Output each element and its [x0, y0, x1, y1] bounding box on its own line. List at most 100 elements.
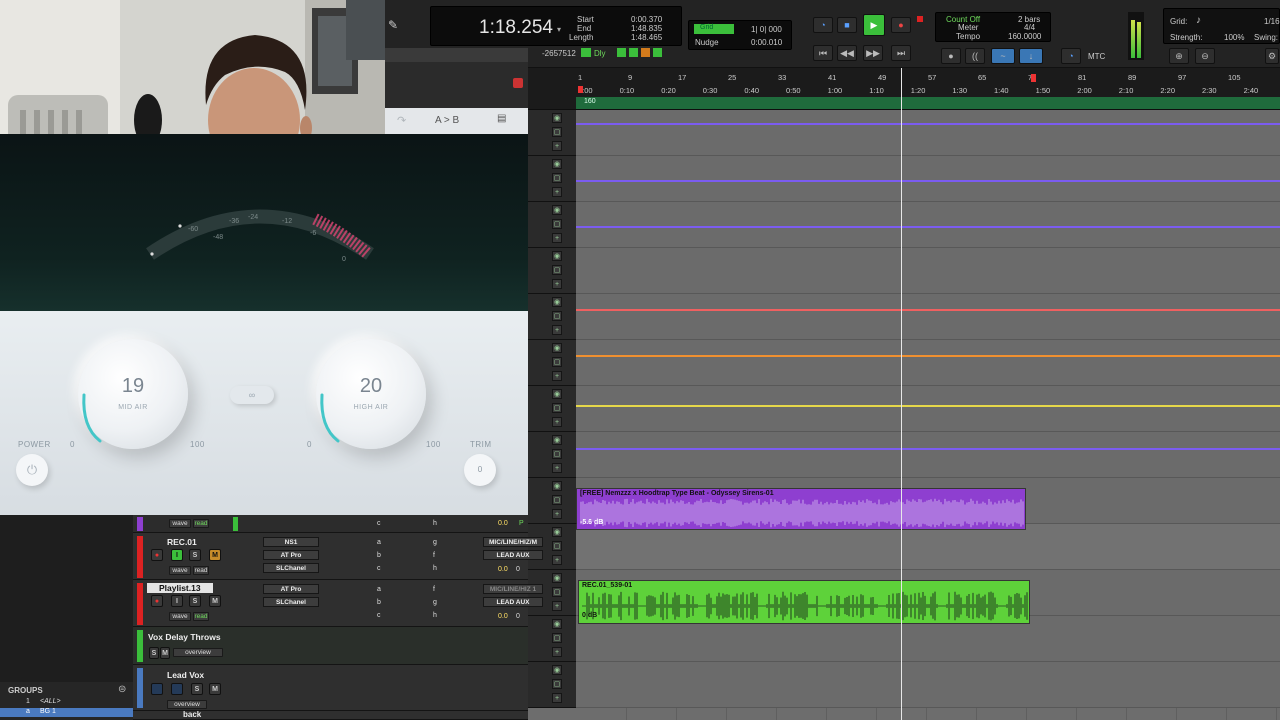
lane-control-icon[interactable]: ▢	[552, 449, 562, 459]
lane-control-icon[interactable]: +	[552, 187, 562, 197]
group-item[interactable]: 1 <ALL>	[0, 698, 133, 707]
track-name[interactable]: Lead Vox	[167, 670, 204, 680]
send-slot[interactable]: f	[433, 552, 435, 559]
send-h[interactable]: h	[433, 520, 437, 527]
lane-control-icon[interactable]: ▢	[552, 679, 562, 689]
lane-control-icon[interactable]: +	[552, 417, 562, 427]
sync-status-icon[interactable]: ◔	[1061, 48, 1081, 64]
track-lane[interactable]	[576, 202, 1280, 248]
record-arm-button[interactable]: ●	[151, 549, 163, 561]
insert-slot[interactable]: AT Pro	[263, 584, 319, 594]
send-slot[interactable]: g	[433, 599, 437, 606]
input-selector[interactable]: MIC/LINE/HIZ/M	[483, 537, 543, 547]
lane-control-icon[interactable]: ▢	[552, 357, 562, 367]
input-monitor-button[interactable]: I	[171, 595, 183, 607]
mute-button[interactable]: M	[209, 595, 221, 607]
track-view-selector[interactable]: overview	[173, 648, 223, 657]
zoom-in-icon[interactable]: ⊕	[1169, 48, 1189, 64]
lane-control-icon[interactable]: ▢	[552, 587, 562, 597]
metronome-icon[interactable]: ●	[941, 48, 961, 64]
lane-control-icon[interactable]: ◉	[552, 389, 562, 399]
tempo-marker[interactable]: 160	[584, 98, 596, 105]
lane-control-icon[interactable]: +	[552, 693, 562, 703]
track-name[interactable]: REC.01	[167, 537, 197, 547]
lane-control-icon[interactable]: +	[552, 325, 562, 335]
track-lane[interactable]	[576, 110, 1280, 156]
lane-control-icon[interactable]: ▢	[552, 403, 562, 413]
track-lane[interactable]	[576, 386, 1280, 432]
track-volume[interactable]: 0.0	[498, 566, 508, 573]
lane-control-icon[interactable]: ▢	[552, 311, 562, 321]
end-marker-icon[interactable]	[1031, 74, 1036, 82]
mute-button[interactable]: M	[209, 683, 221, 695]
beat-clip-gain[interactable]: -5.6 dB	[580, 519, 603, 526]
send-slot[interactable]: b	[377, 599, 381, 606]
conductor-icon[interactable]: ~	[991, 48, 1015, 64]
pencil-tool-icon[interactable]: ✎	[388, 18, 398, 32]
lane-control-icon[interactable]: ▢	[552, 541, 562, 551]
solo-button[interactable]: S	[149, 647, 159, 659]
track-view-selector[interactable]: wave	[169, 519, 191, 528]
output-selector[interactable]: LEAD AUX	[483, 597, 543, 607]
playhead-cursor[interactable]	[901, 68, 902, 720]
online-icon[interactable]	[641, 48, 650, 57]
lane-control-icon[interactable]: ◉	[552, 481, 562, 491]
track-volume[interactable]: 0.0	[498, 520, 508, 527]
insert-slot[interactable]: SLChanel	[263, 563, 319, 573]
tempo-ruler[interactable]: 160	[576, 97, 1280, 109]
tempo-value[interactable]: 160.0000	[1008, 32, 1041, 41]
automation-mode[interactable]: read	[193, 566, 209, 575]
track-view-selector[interactable]: overview	[167, 700, 207, 709]
input-monitor-button[interactable]: I	[171, 549, 183, 561]
settings-gear-icon[interactable]: ⚙	[1265, 48, 1279, 64]
record-arm-icon[interactable]	[917, 16, 923, 22]
rewind-start-button[interactable]: ⏮	[813, 45, 833, 61]
solo-button[interactable]: S	[189, 595, 201, 607]
loop-icon[interactable]	[653, 48, 662, 57]
lane-control-icon[interactable]: ▢	[552, 265, 562, 275]
record-arm-button[interactable]: ●	[151, 595, 163, 607]
track-name[interactable]: Vox Delay Throws	[148, 632, 221, 642]
send-slot[interactable]: a	[377, 539, 381, 546]
track-rec01[interactable]: REC.01 ● I S M wave read NS1 AT Pro SLCh…	[133, 533, 543, 580]
tempo-ruler-icon[interactable]: ↓	[1019, 48, 1043, 64]
rewind-button[interactable]: ◀◀	[837, 45, 857, 61]
insert-slot[interactable]: NS1	[263, 537, 319, 547]
length-value[interactable]: 1:48.465	[631, 33, 662, 42]
vocal-audio-clip[interactable]: REC.01_539-01 0 dB	[578, 580, 1030, 624]
lane-control-icon[interactable]: +	[552, 141, 562, 151]
insert-slot[interactable]: AT Pro	[263, 550, 319, 560]
rec01-track-lane[interactable]	[576, 524, 1280, 570]
send-slot[interactable]: c	[377, 612, 381, 619]
track-name[interactable]: Playlist.13	[147, 583, 213, 593]
timeline-ruler[interactable]: 191725334149576573818997105 0:000:100:20…	[528, 68, 1280, 110]
lane-control-icon[interactable]: ◉	[552, 205, 562, 215]
lane-control-icon[interactable]: ◉	[552, 113, 562, 123]
go-to-end-button[interactable]: ⏭	[891, 45, 911, 61]
track-pan[interactable]: 0	[516, 613, 520, 620]
beat-audio-clip[interactable]: [FREE] Nemzzz x Hoodtrap Type Beat - Ody…	[576, 488, 1026, 530]
send-slot[interactable]: f	[433, 586, 435, 593]
automation-mode[interactable]: read	[193, 519, 209, 528]
grid2-value[interactable]: 1/16	[1264, 17, 1280, 26]
lane-control-icon[interactable]: ▢	[552, 495, 562, 505]
dly-label[interactable]: Dly	[594, 49, 606, 58]
input-selector[interactable]: MIC/LINE/HIZ 1	[483, 584, 543, 594]
solo-button[interactable]: S	[191, 683, 203, 695]
main-counter[interactable]: 1:18.254	[479, 17, 553, 39]
vocal-clip-gain[interactable]: 0 dB	[582, 612, 597, 619]
solo-button[interactable]: S	[189, 549, 201, 561]
track-view-selector[interactable]: wave	[169, 612, 191, 621]
record-button[interactable]: ●	[891, 17, 911, 33]
lane-control-icon[interactable]: +	[552, 555, 562, 565]
output-selector[interactable]: LEAD AUX	[483, 550, 543, 560]
send-slot[interactable]: c	[377, 565, 381, 572]
input-monitor-button[interactable]	[171, 683, 183, 695]
automation-mode[interactable]: read	[193, 612, 209, 621]
lane-control-icon[interactable]: ◉	[552, 297, 562, 307]
lane-control-icon[interactable]: ◉	[552, 619, 562, 629]
track-name[interactable]: back	[183, 710, 201, 719]
lane-control-icon[interactable]: ▢	[552, 127, 562, 137]
sync2-icon[interactable]	[629, 48, 638, 57]
track-lane[interactable]	[576, 248, 1280, 294]
